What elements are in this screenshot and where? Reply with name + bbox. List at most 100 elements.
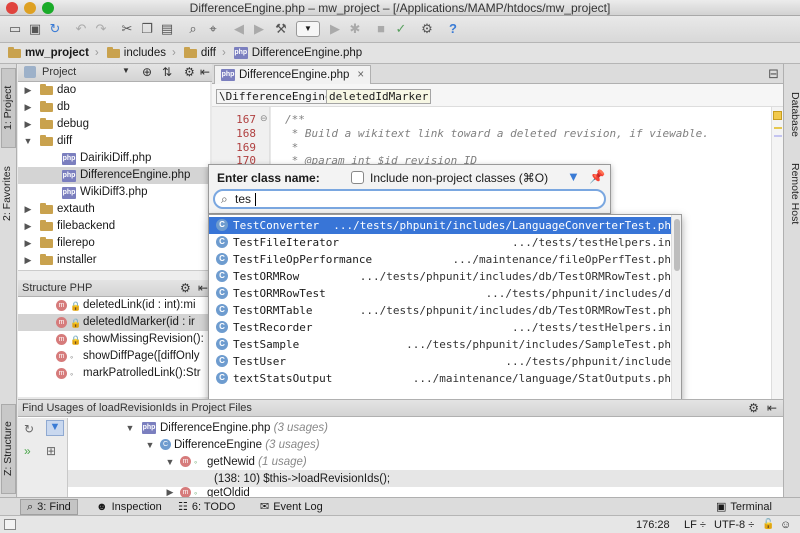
next-occurrence-icon[interactable]: » [24, 444, 31, 458]
class-result-item[interactable]: CtextStatsOutput .../maintenance/language… [209, 370, 671, 387]
usage-marker[interactable] [774, 135, 782, 137]
inspector-icon[interactable]: ☺ [780, 518, 791, 532]
class-result-item[interactable]: C TestRecorder .../tests/testHelpers.in [209, 319, 671, 336]
minimize-window-button[interactable] [24, 2, 36, 14]
build-icon[interactable]: ⚒ [272, 20, 290, 38]
line-separator-selector[interactable]: LF ÷ [684, 518, 706, 532]
terminal-tool-tab[interactable]: ▣ Terminal [710, 499, 778, 515]
tree-item-extauth[interactable]: ▶ extauth [18, 201, 210, 218]
tree-item-debug[interactable]: ▶ debug [18, 116, 210, 133]
close-tab-icon[interactable]: × [357, 69, 364, 81]
hide-panel-icon[interactable]: ⇤ [200, 65, 210, 79]
structure-tool-tab[interactable]: Z: Structure [1, 404, 16, 494]
class-result-item[interactable]: C TestFileOpPerformance .../maintenance/fi… [209, 251, 671, 268]
fold-icon[interactable]: ⊖ [260, 113, 268, 124]
class-result-item[interactable]: C TestFileIterator .../tests/testHelpers.i… [209, 234, 671, 251]
breadcrumb-method[interactable]: deletedIdMarker [326, 89, 432, 104]
cut-icon[interactable]: ✂ [118, 20, 136, 38]
save-icon[interactable]: ▣ [26, 20, 44, 38]
close-window-button[interactable] [6, 2, 18, 14]
usage-file-row[interactable]: ▼ php DifferenceEngine.php (3 usages) [124, 419, 328, 436]
error-stripe[interactable] [771, 107, 783, 400]
split-editor-icon[interactable]: ⊟ [768, 66, 779, 82]
find-tool-tab[interactable]: ⌕ 3: Find [20, 499, 78, 515]
filter-icon[interactable]: ▼ [46, 420, 64, 436]
run-icon[interactable]: ▶ [326, 20, 344, 38]
nav-crumb-file[interactable]: php DifferenceEngine.php [230, 44, 366, 62]
tree-item-file[interactable]: php DairikiDiff.php [18, 150, 210, 167]
lock-icon[interactable]: 🔓 [762, 518, 774, 532]
find-icon[interactable]: ⌕ [184, 20, 202, 38]
redo-icon[interactable]: ↷ [92, 20, 110, 38]
inspection-tool-tab[interactable]: ☻ Inspection [90, 499, 168, 515]
collapse-arrow-icon[interactable]: ▼ [124, 423, 136, 433]
stop-icon[interactable]: ■ [372, 20, 390, 38]
collapse-all-icon[interactable]: ⇅ [162, 65, 172, 79]
structure-item-selected[interactable]: m 🔒 deletedIdMarker(id : ir [18, 314, 210, 331]
tree-item-dao[interactable]: ▶ dao [18, 82, 210, 99]
project-panel-title[interactable]: Project [42, 66, 76, 78]
warning-marker[interactable] [774, 127, 782, 129]
tree-item-db[interactable]: ▶ db [18, 99, 210, 116]
expand-arrow-icon[interactable]: ▶ [22, 218, 34, 235]
help-icon[interactable]: ? [444, 20, 462, 38]
caret-position[interactable]: 176:28 [636, 518, 670, 532]
class-search-input[interactable]: ⌕ tes [213, 189, 606, 209]
vcs-icon[interactable]: ✓ [392, 20, 410, 38]
nav-crumb-project[interactable]: mw_project › [4, 44, 103, 62]
class-result-item[interactable]: C TestSample .../tests/phpunit/includes/Sa… [209, 336, 671, 353]
class-result-item[interactable]: C TestORMTable .../tests/phpunit/includes/… [209, 302, 671, 319]
expand-arrow-icon[interactable]: ▶ [22, 116, 34, 133]
open-folder-icon[interactable]: ▭ [6, 20, 24, 38]
include-non-project-checkbox[interactable] [351, 171, 364, 184]
paste-icon[interactable]: ▤ [158, 20, 176, 38]
expand-arrow-icon[interactable]: ▶ [22, 99, 34, 116]
tree-item-diff[interactable]: ▼ diff [18, 133, 210, 150]
group-icon[interactable]: ⊞ [46, 444, 56, 458]
usage-method-row[interactable]: ▼ m ◦ getNewid (1 usage) [164, 453, 307, 470]
tree-item-file[interactable]: php WikiDiff3.php [18, 184, 210, 201]
structure-item[interactable]: m 🔒 deletedLink(id : int):mi [18, 297, 210, 314]
zoom-window-button[interactable] [42, 2, 54, 14]
expand-arrow-icon[interactable]: ▶ [22, 235, 34, 252]
structure-item[interactable]: m ◦ markPatrolledLink():Str [18, 365, 210, 382]
usage-class-row[interactable]: ▼ C DifferenceEngine (3 usages) [144, 436, 320, 453]
class-result-item[interactable]: C TestUser .../tests/phpunit/include [209, 353, 671, 370]
tree-item-filebackend[interactable]: ▶ filebackend [18, 218, 210, 235]
pin-icon[interactable]: 📌 [589, 169, 605, 185]
tree-item-filerepo[interactable]: ▶ filerepo [18, 235, 210, 252]
toggle-tool-windows-icon[interactable] [4, 519, 16, 530]
copy-icon[interactable]: ❐ [138, 20, 156, 38]
expand-arrow-icon[interactable]: ▶ [22, 252, 34, 269]
event-log-tool-tab[interactable]: ✉ Event Log [254, 499, 329, 515]
run-config-dropdown[interactable]: ▼ [296, 21, 320, 37]
settings-icon[interactable]: ⚙ [418, 20, 436, 38]
structure-item[interactable]: m 🔒 showMissingRevision(): [18, 331, 210, 348]
expand-arrow-icon[interactable]: ▶ [22, 82, 34, 99]
collapse-arrow-icon[interactable]: ▼ [144, 440, 156, 450]
favorites-tool-tab[interactable]: 2: Favorites [1, 154, 16, 234]
panel-settings-icon[interactable]: ⚙ [184, 65, 195, 79]
project-tree-hscrollbar[interactable] [18, 270, 210, 280]
editor-tab[interactable]: php DifferenceEngine.php × [214, 65, 372, 84]
panel-settings-icon[interactable]: ⚙ [748, 401, 759, 415]
encoding-selector[interactable]: UTF-8 ÷ [714, 518, 754, 532]
panel-settings-icon[interactable]: ⚙ [180, 281, 191, 295]
project-tool-tab[interactable]: 1: Project [1, 68, 16, 148]
hide-panel-icon[interactable]: ⇤ [198, 281, 208, 295]
expand-arrow-icon[interactable]: ▶ [22, 201, 34, 218]
nav-crumb-includes[interactable]: includes › [103, 44, 180, 62]
usage-line-row[interactable]: (138: 10) $this->loadRevisionIds(); [68, 470, 783, 487]
rerun-icon[interactable]: ↻ [24, 422, 34, 436]
undo-icon[interactable]: ↶ [72, 20, 90, 38]
tree-item-installer[interactable]: ▶ installer [18, 252, 210, 269]
back-icon[interactable]: ◀ [230, 20, 248, 38]
scroll-from-source-icon[interactable]: ⊕ [142, 65, 152, 79]
hide-panel-icon[interactable]: ⇤ [767, 401, 777, 415]
class-result-item[interactable]: C TestConverter .../tests/phpunit/includes… [209, 217, 671, 234]
collapse-arrow-icon[interactable]: ▼ [164, 457, 176, 467]
replace-icon[interactable]: ⌖ [204, 20, 222, 38]
class-result-item[interactable]: C TestORMRowTest .../tests/phpunit/include… [209, 285, 671, 302]
class-result-item[interactable]: C TestORMRow .../tests/phpunit/includes/db… [209, 268, 671, 285]
debug-icon[interactable]: ✱ [346, 20, 364, 38]
